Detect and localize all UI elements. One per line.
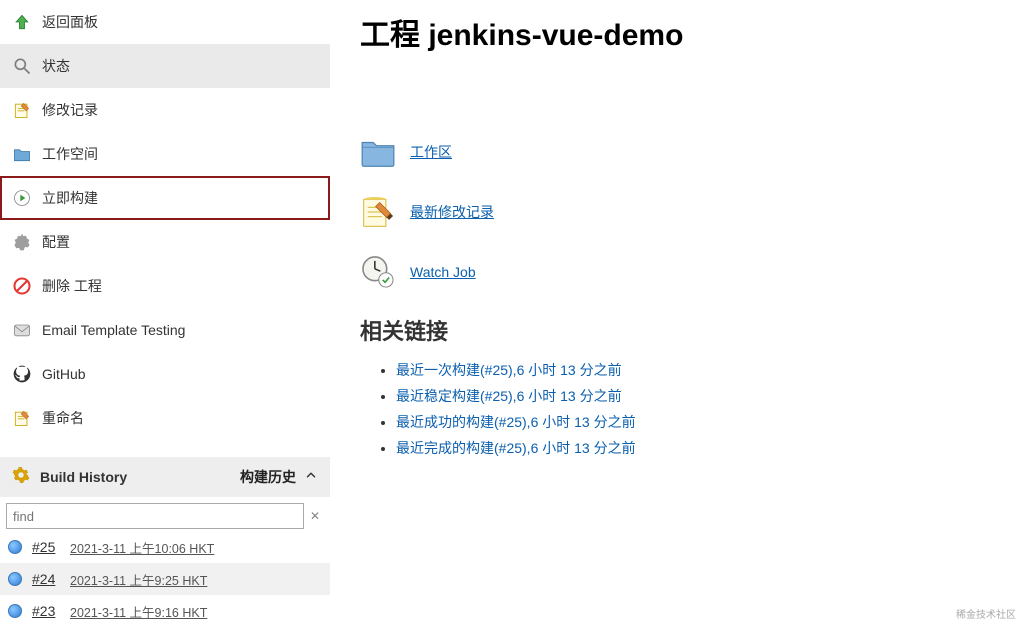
watermark: 稀金技术社区: [956, 606, 1016, 621]
main-link-anchor[interactable]: 最新修改记录: [410, 202, 494, 222]
build-history-search-row: ✕: [0, 497, 330, 531]
chevron-up-icon[interactable]: [304, 468, 318, 485]
build-status-icon: [8, 572, 22, 586]
related-link[interactable]: 最近一次构建(#25),6 小时 13 分之前: [396, 362, 622, 378]
main-link-clock-big: Watch Job: [360, 254, 994, 290]
build-status-icon: [8, 540, 22, 554]
related-link[interactable]: 最近完成的构建(#25),6 小时 13 分之前: [396, 440, 636, 456]
build-time-link[interactable]: 2021-3-11 上午10:06 HKT: [70, 538, 214, 557]
forbid-icon: [12, 276, 32, 296]
sidebar-item-notepad[interactable]: 重命名: [0, 396, 330, 440]
sidebar-item-label: 状态: [42, 56, 70, 76]
mail-icon: [12, 320, 32, 340]
build-time-link[interactable]: 2021-3-11 上午9:16 HKT: [70, 602, 207, 621]
build-history-subtitle: 构建历史: [240, 467, 296, 487]
notepad-icon: [12, 100, 32, 120]
sidebar-item-arrow-up[interactable]: 返回面板: [0, 0, 330, 44]
main-link-anchor[interactable]: Watch Job: [410, 264, 476, 280]
sidebar-item-search[interactable]: 状态: [0, 44, 330, 88]
sidebar-item-label: 删除 工程: [42, 276, 102, 296]
related-heading: 相关链接: [360, 314, 994, 346]
folder-icon: [12, 144, 32, 164]
build-history-title: Build History: [40, 469, 240, 485]
build-row[interactable]: #24 2021-3-11 上午9:25 HKT: [0, 563, 330, 595]
sidebar-item-forbid[interactable]: 删除 工程: [0, 264, 330, 308]
main-link-anchor[interactable]: 工作区: [410, 142, 452, 162]
sidebar-item-mail[interactable]: Email Template Testing: [0, 308, 330, 352]
folder-big-icon: [360, 134, 396, 170]
sidebar-item-github[interactable]: GitHub: [0, 352, 330, 396]
page-title: 工程 jenkins-vue-demo: [360, 10, 994, 54]
notepad-big-icon: [360, 194, 396, 230]
sidebar: 返回面板状态修改记录工作空间立即构建配置删除 工程 Email Template …: [0, 0, 330, 627]
notepad-icon: [12, 408, 32, 428]
sidebar-item-label: 配置: [42, 232, 70, 252]
related-link-item: 最近完成的构建(#25),6 小时 13 分之前: [396, 438, 994, 458]
clear-search-icon[interactable]: ✕: [306, 509, 324, 523]
arrow-up-icon: [12, 12, 32, 32]
clock-big-icon: [360, 254, 396, 290]
gear-icon: [12, 232, 32, 252]
sidebar-item-notepad[interactable]: 修改记录: [0, 88, 330, 132]
sidebar-item-play[interactable]: 立即构建: [0, 176, 330, 220]
main-link-notepad-big: 最新修改记录: [360, 194, 994, 230]
gear-icon: [12, 466, 30, 487]
related-link-item: 最近成功的构建(#25),6 小时 13 分之前: [396, 412, 994, 432]
sidebar-item-label: Email Template Testing: [42, 322, 185, 338]
build-number-link[interactable]: #25: [32, 539, 60, 555]
sidebar-item-folder[interactable]: 工作空间: [0, 132, 330, 176]
main-link-folder-big: 工作区: [360, 134, 994, 170]
sidebar-item-label: 返回面板: [42, 12, 98, 32]
related-link-item: 最近稳定构建(#25),6 小时 13 分之前: [396, 386, 994, 406]
play-icon: [12, 188, 32, 208]
search-icon: [12, 56, 32, 76]
build-row[interactable]: #23 2021-3-11 上午9:16 HKT: [0, 595, 330, 627]
build-row[interactable]: #25 2021-3-11 上午10:06 HKT: [0, 531, 330, 563]
related-link-item: 最近一次构建(#25),6 小时 13 分之前: [396, 360, 994, 380]
related-link[interactable]: 最近稳定构建(#25),6 小时 13 分之前: [396, 388, 622, 404]
sidebar-item-label: 修改记录: [42, 100, 98, 120]
sidebar-item-label: 重命名: [42, 408, 84, 428]
build-status-icon: [8, 604, 22, 618]
related-links-list: 最近一次构建(#25),6 小时 13 分之前最近稳定构建(#25),6 小时 …: [360, 360, 994, 458]
build-time-link[interactable]: 2021-3-11 上午9:25 HKT: [70, 570, 207, 589]
build-history-search-input[interactable]: [6, 503, 304, 529]
sidebar-item-gear[interactable]: 配置: [0, 220, 330, 264]
sidebar-item-label: 立即构建: [42, 188, 98, 208]
sidebar-item-label: 工作空间: [42, 144, 98, 164]
build-number-link[interactable]: #24: [32, 571, 60, 587]
related-link[interactable]: 最近成功的构建(#25),6 小时 13 分之前: [396, 414, 636, 430]
github-icon: [12, 364, 32, 384]
build-number-link[interactable]: #23: [32, 603, 60, 619]
sidebar-item-label: GitHub: [42, 366, 86, 382]
main-content: 工程 jenkins-vue-demo 工作区最新修改记录 Watch Job 相…: [330, 0, 1024, 627]
build-history-header[interactable]: Build History 构建历史: [0, 457, 330, 497]
